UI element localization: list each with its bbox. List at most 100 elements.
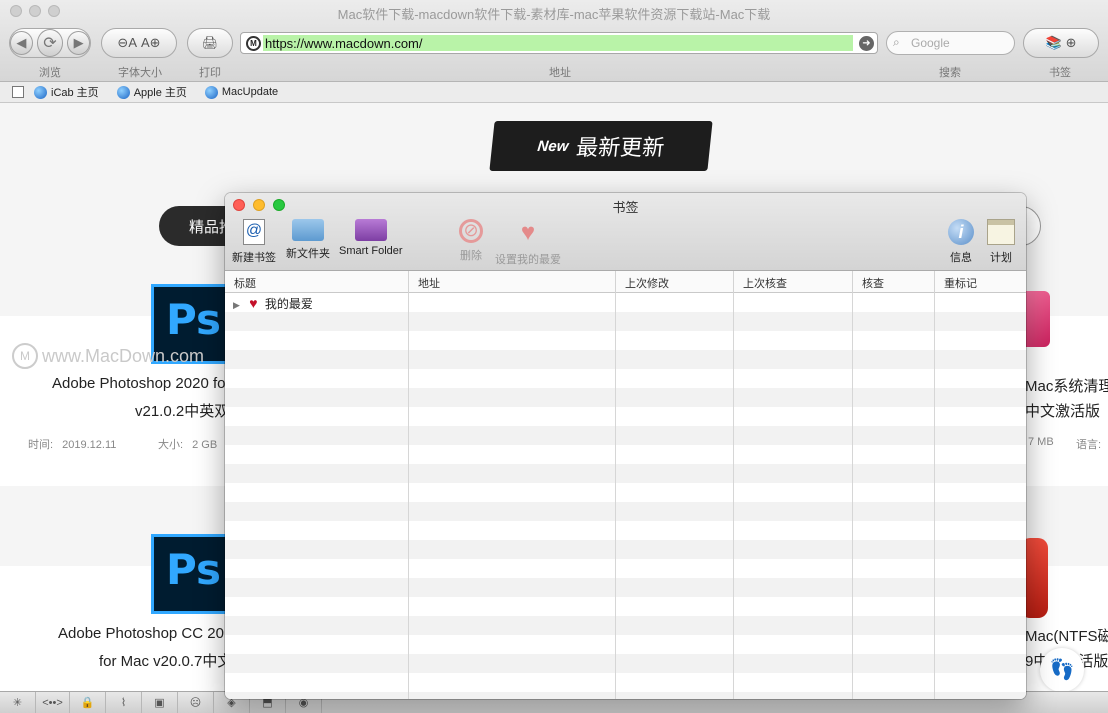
delete-label: 删除 <box>460 250 482 262</box>
globe-icon <box>34 85 47 99</box>
new-folder-button[interactable]: 新文件夹 <box>286 219 330 261</box>
print-button[interactable]: 🖨 <box>187 28 233 58</box>
navigation-group: ◀ ⟳ ▶ <box>9 28 91 58</box>
photoshop-app-icon[interactable]: Ps <box>151 534 231 614</box>
card-size: 大小: 2 GB <box>158 436 217 452</box>
image-icon[interactable]: ▣ <box>142 691 178 713</box>
schedule-button[interactable]: 计划 <box>987 219 1015 265</box>
bookmark-macupdate[interactable]: MacUpdate <box>204 85 278 99</box>
smart-folder-button[interactable]: Smart Folder <box>339 219 403 257</box>
empty-cell <box>225 350 409 369</box>
forward-button[interactable]: ▶ <box>67 31 91 55</box>
column-address[interactable]: 地址 <box>409 271 616 293</box>
font-size-label: 字体大小 <box>118 67 162 79</box>
rss-icon[interactable]: ⌇ <box>106 691 142 713</box>
column-remark[interactable]: 重标记 <box>935 271 1026 293</box>
empty-cell <box>734 654 853 673</box>
empty-cell <box>409 616 616 635</box>
reload-button[interactable]: ⟳ <box>36 29 64 57</box>
disclosure-triangle-icon[interactable]: ▶ <box>233 300 240 310</box>
set-favorite-label: 设置我的最爱 <box>495 254 561 266</box>
bookmark-row-favorites[interactable]: ▶ ♥ 我的最爱 <box>225 293 1026 312</box>
empty-cell <box>734 616 853 635</box>
back-button[interactable]: ◀ <box>10 31 33 55</box>
empty-cell <box>225 407 409 426</box>
bookmarks-list: ▶ ♥ 我的最爱 <box>225 293 1026 699</box>
bookmarks-bar-toggle-icon[interactable] <box>12 86 24 98</box>
column-check[interactable]: 核查 <box>853 271 935 293</box>
empty-row <box>225 597 1026 616</box>
empty-cell <box>935 445 1026 464</box>
empty-cell <box>225 597 409 616</box>
date-value: 2019.12.11 <box>62 439 117 451</box>
empty-row <box>225 483 1026 502</box>
card-title[interactable]: Mac系统清理 <box>1025 375 1108 396</box>
set-favorite-button[interactable]: ♥ 设置我的最爱 <box>495 219 561 267</box>
empty-cell <box>935 654 1026 673</box>
empty-row <box>225 445 1026 464</box>
column-last-checked[interactable]: 上次核查 <box>734 271 853 293</box>
empty-cell <box>409 426 616 445</box>
font-smaller-button[interactable]: ⊖A <box>117 35 137 51</box>
bookmark-apple[interactable]: Apple 主页 <box>116 84 187 100</box>
empty-cell <box>853 654 935 673</box>
empty-row <box>225 464 1026 483</box>
new-bookmark-button[interactable]: @ 新建书签 <box>232 219 276 265</box>
footprint-button[interactable]: 👣 <box>1040 648 1084 692</box>
empty-cell <box>225 635 409 654</box>
add-bookmark-icon[interactable]: ⊕ <box>1066 35 1077 51</box>
empty-row <box>225 388 1026 407</box>
empty-row <box>225 521 1026 540</box>
card-title[interactable]: v21.0.2中英双 <box>135 400 229 421</box>
empty-row <box>225 578 1026 597</box>
card-title[interactable]: Adobe Photoshop 2020 fo <box>52 375 225 392</box>
card-size: 7 MB <box>1028 436 1054 448</box>
empty-cell <box>734 331 853 350</box>
source-code-button[interactable]: <••> <box>36 691 70 713</box>
address-label: 地址 <box>549 67 571 79</box>
card-title[interactable]: Adobe Photoshop CC 201 <box>58 625 232 642</box>
delete-button[interactable]: ⊘ 删除 <box>459 219 483 263</box>
card-title[interactable]: 中文激活版 <box>1025 400 1100 421</box>
card-date: 时间: 2019.12.11 <box>28 436 116 452</box>
column-title[interactable]: 标题 <box>225 271 409 293</box>
empty-cell <box>225 426 409 445</box>
empty-cell <box>853 388 935 407</box>
column-last-modified[interactable]: 上次修改 <box>616 271 734 293</box>
smart-folder-icon <box>354 219 387 241</box>
empty-cell <box>616 502 734 521</box>
empty-cell <box>225 673 409 692</box>
row-title-cell: ▶ ♥ 我的最爱 <box>225 293 409 312</box>
empty-cell <box>616 540 734 559</box>
empty-cell <box>935 388 1026 407</box>
address-field[interactable]: M https://www.macdown.com/ ➜ <box>240 32 878 54</box>
row-remark-cell <box>935 293 1026 312</box>
empty-cell <box>409 331 616 350</box>
spinner-icon: ✳ <box>0 691 36 713</box>
font-size-group: ⊖A A⊕ <box>101 28 177 58</box>
search-icon: ⌕ <box>893 35 900 49</box>
size-value: 2 GB <box>192 439 218 451</box>
empty-cell <box>409 350 616 369</box>
bookmark-icab[interactable]: iCab 主页 <box>34 84 99 100</box>
card-title[interactable]: for Mac v20.0.7中文 <box>99 650 232 671</box>
info-button[interactable]: i 信息 <box>948 219 974 265</box>
empty-cell <box>225 540 409 559</box>
empty-cell <box>225 331 409 350</box>
search-input[interactable]: ⌕ Google <box>886 31 1015 55</box>
bookmark-label: Apple 主页 <box>133 87 187 99</box>
font-bigger-button[interactable]: A⊕ <box>141 35 161 51</box>
row-address-cell <box>409 293 616 312</box>
empty-cell <box>225 616 409 635</box>
empty-cell <box>734 692 853 699</box>
empty-row <box>225 331 1026 350</box>
go-arrow-icon[interactable]: ➜ <box>859 36 874 51</box>
card-title[interactable]: Mac(NTFS磁 <box>1025 625 1108 646</box>
face-icon[interactable]: ☹ <box>178 691 214 713</box>
new-bookmark-icon: @ <box>243 219 265 245</box>
address-url[interactable]: https://www.macdown.com/ <box>265 36 423 51</box>
lock-icon[interactable]: 🔒 <box>70 691 106 713</box>
bookmarks-list-icon[interactable]: 📚 <box>1045 35 1061 51</box>
empty-cell <box>409 464 616 483</box>
empty-cell <box>935 483 1026 502</box>
